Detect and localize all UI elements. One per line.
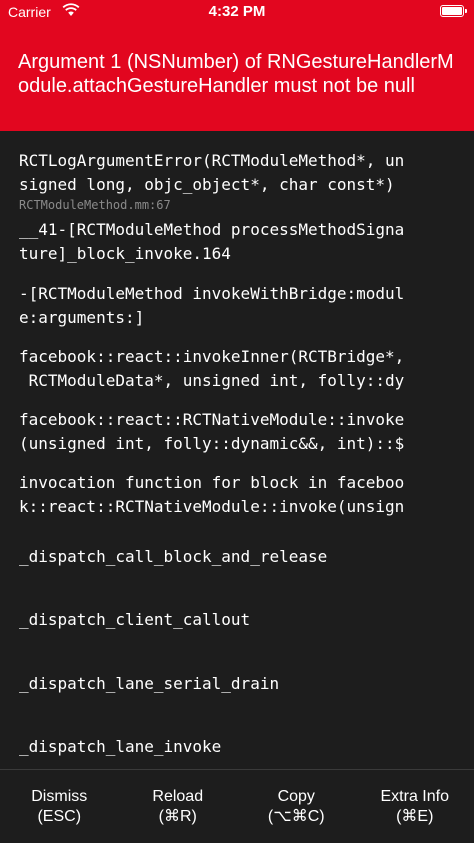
- stack-frame[interactable]: _dispatch_client_callout: [19, 608, 455, 632]
- button-shortcut: (⌘R): [158, 808, 197, 825]
- stack-frame[interactable]: _dispatch_lane_serial_drain: [19, 672, 455, 696]
- status-time: 4:32 PM: [208, 3, 266, 20]
- stack-frame[interactable]: _dispatch_lane_invoke: [19, 735, 455, 759]
- stack-frame-method: _dispatch_call_block_and_release: [19, 547, 328, 566]
- stack-trace[interactable]: RCTLogArgumentError(RCTModuleMethod*, un…: [0, 131, 474, 769]
- button-shortcut: (⌥⌘C): [267, 808, 325, 825]
- stack-frame[interactable]: RCTLogArgumentError(RCTModuleMethod*, un…: [19, 149, 455, 213]
- status-bar: Carrier 4:32 PM: [0, 0, 474, 24]
- button-shortcut: (⌘E): [396, 808, 434, 825]
- stack-frame[interactable]: __41-[RCTModuleMethod processMethodSigna…: [19, 218, 455, 266]
- stack-frame[interactable]: _dispatch_call_block_and_release: [19, 545, 455, 569]
- stack-frame-method: facebook::react::invokeInner(RCTBridge*,…: [19, 347, 405, 390]
- stack-frame-method: -[RCTModuleMethod invokeWithBridge:modul…: [19, 284, 405, 327]
- stack-frame[interactable]: facebook::react::invokeInner(RCTBridge*,…: [19, 345, 455, 393]
- dismiss-button[interactable]: Dismiss (ESC): [0, 770, 119, 843]
- button-label: Reload: [152, 788, 204, 805]
- stack-frame-method: invocation function for block in faceboo…: [19, 473, 405, 516]
- stack-frame[interactable]: -[RCTModuleMethod invokeWithBridge:modul…: [19, 282, 455, 330]
- stack-frame-method: RCTLogArgumentError(RCTModuleMethod*, un…: [19, 151, 405, 194]
- stack-frame-method: facebook::react::RCTNativeModule::invoke…: [19, 410, 405, 453]
- stack-frame-method: _dispatch_client_callout: [19, 610, 251, 629]
- stack-frame-location: RCTModuleMethod.mm:67: [19, 198, 171, 212]
- stack-frame-method: _dispatch_lane_invoke: [19, 737, 222, 756]
- copy-button[interactable]: Copy (⌥⌘C): [237, 770, 356, 843]
- button-label: Dismiss: [31, 788, 88, 805]
- button-label: Extra Info: [380, 788, 449, 805]
- bottom-toolbar: Dismiss (ESC) Reload (⌘R) Copy (⌥⌘C) Extra Inf…: [0, 769, 474, 843]
- stack-frame[interactable]: invocation function for block in faceboo…: [19, 471, 455, 519]
- extra-info-button[interactable]: Extra Info (⌘E): [356, 770, 474, 843]
- stack-frame-method: __41-[RCTModuleMethod processMethodSigna…: [19, 220, 405, 263]
- reload-button[interactable]: Reload (⌘R): [119, 770, 238, 843]
- stack-frame[interactable]: facebook::react::RCTNativeModule::invoke…: [19, 408, 455, 456]
- stack-frame-method: _dispatch_lane_serial_drain: [19, 674, 280, 693]
- button-shortcut: (ESC): [37, 808, 82, 825]
- button-label: Copy: [277, 788, 315, 805]
- battery-icon: [440, 5, 467, 17]
- error-message: Argument 1 (NSNumber) of RNGestureHandle…: [18, 51, 454, 97]
- error-header: Argument 1 (NSNumber) of RNGestureHandle…: [0, 24, 474, 131]
